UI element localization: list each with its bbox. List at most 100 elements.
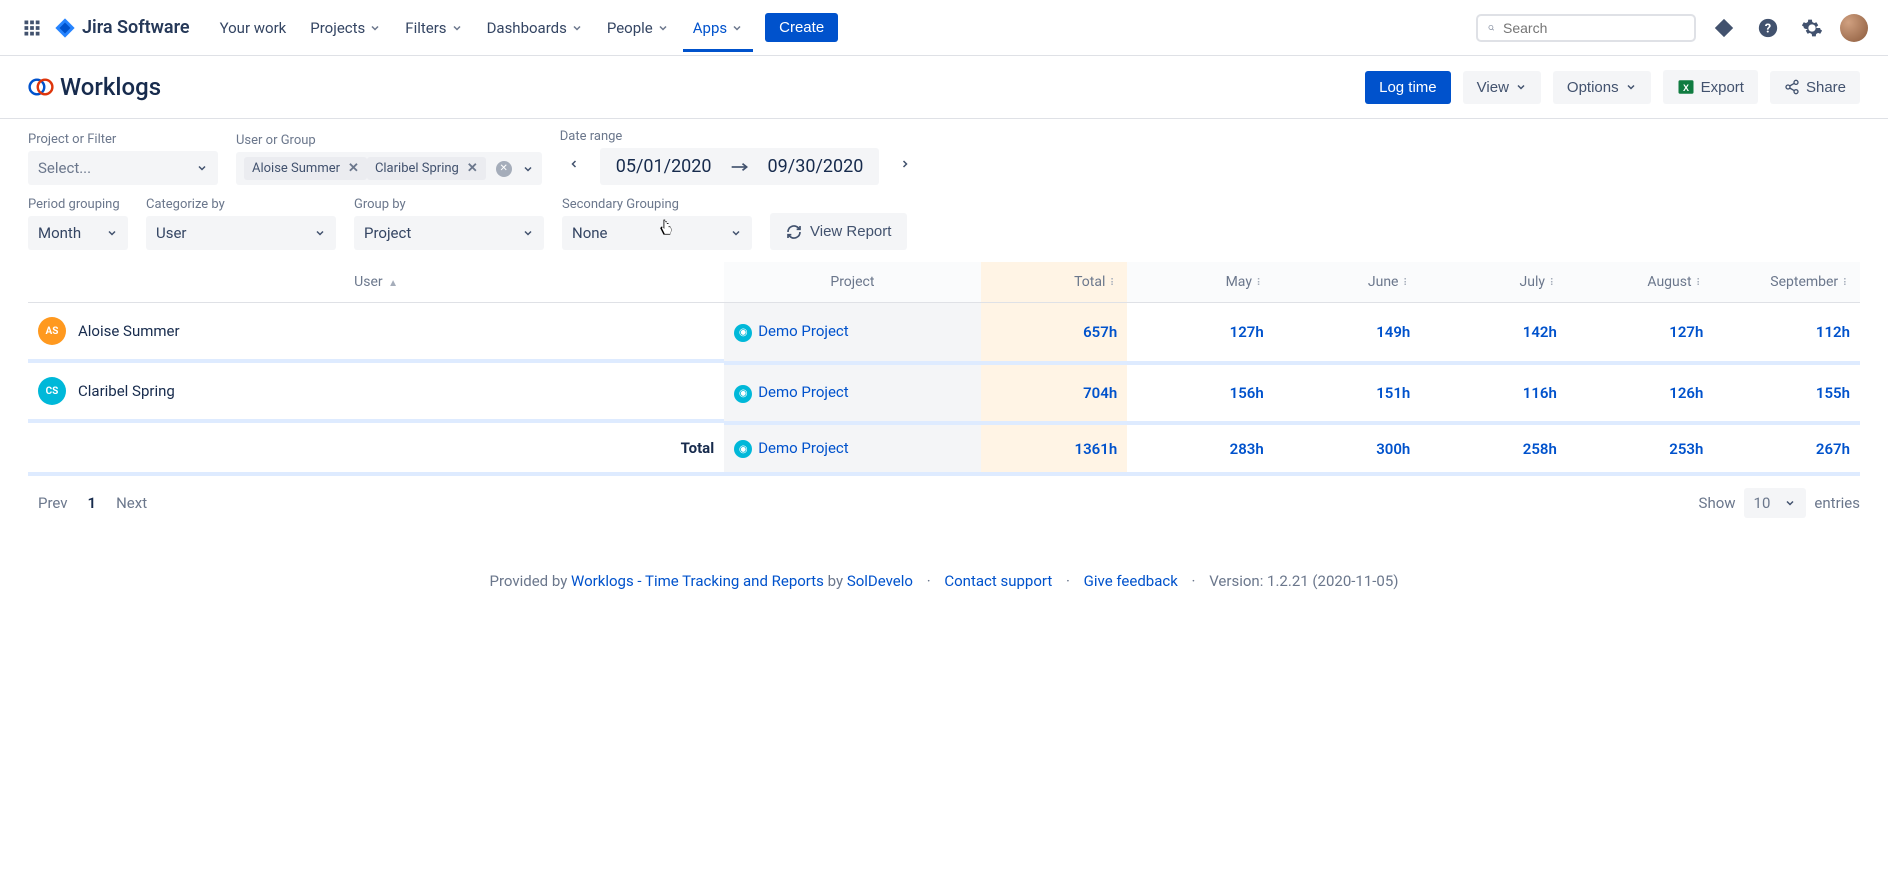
col-month-july[interactable]: July ⠇ <box>1420 262 1567 303</box>
hours-cell[interactable]: 112h <box>1713 303 1860 364</box>
total-cell: 704h <box>981 363 1128 423</box>
top-nav: Jira Software Your workProjects Filters … <box>0 0 1888 56</box>
col-month-september[interactable]: September ⠇ <box>1713 262 1860 303</box>
project-icon: ◉ <box>734 324 752 342</box>
group-by-select[interactable]: Project <box>354 216 544 250</box>
options-button[interactable]: Options <box>1553 71 1651 104</box>
hours-cell: 283h <box>1127 423 1274 474</box>
user-cell[interactable]: ASAloise Summer <box>28 303 724 363</box>
table-row: CSClaribel Spring◉Demo Project704h156h15… <box>28 363 1860 423</box>
help-icon[interactable]: ? <box>1752 12 1784 44</box>
show-label: Show <box>1699 494 1736 512</box>
entries-per-page-select[interactable]: 10 <box>1744 488 1807 518</box>
clear-users-icon[interactable]: ✕ <box>496 161 512 177</box>
page-header: Worklogs Log time View Options X Export … <box>0 56 1888 119</box>
col-month-august[interactable]: August ⠇ <box>1567 262 1714 303</box>
categorize-by-select[interactable]: User <box>146 216 336 250</box>
date-next-button[interactable] <box>891 152 919 181</box>
search-icon <box>1488 20 1495 36</box>
hours-cell[interactable]: 151h <box>1274 363 1421 423</box>
settings-gear-icon[interactable] <box>1796 12 1828 44</box>
hours-cell[interactable]: 155h <box>1713 363 1860 423</box>
app-switcher-icon[interactable] <box>20 16 44 40</box>
hours-cell[interactable]: 149h <box>1274 303 1421 364</box>
hours-cell: 267h <box>1713 423 1860 474</box>
hours-cell[interactable]: 127h <box>1567 303 1714 364</box>
col-user[interactable]: User ▲ <box>28 262 724 303</box>
date-range-input[interactable]: 05/01/2020 09/30/2020 <box>600 148 880 185</box>
secondary-grouping-select[interactable]: None <box>562 216 752 250</box>
footer: Provided by Worklogs - Time Tracking and… <box>0 542 1888 610</box>
pager-page-1[interactable]: 1 <box>78 490 107 516</box>
hours-cell: 300h <box>1274 423 1421 474</box>
nav-dashboards[interactable]: Dashboards <box>477 13 593 43</box>
chip-remove-icon[interactable]: ✕ <box>348 161 359 176</box>
nav-people[interactable]: People <box>597 13 679 43</box>
footer-contact-link[interactable]: Contact support <box>944 572 1052 590</box>
col-project[interactable]: Project <box>724 262 980 303</box>
worklogs-table: User ▲ Project Total ⠇ May ⠇June ⠇July ⠇… <box>0 262 1888 476</box>
user-avatar[interactable] <box>1840 14 1868 42</box>
search-input[interactable] <box>1503 20 1684 36</box>
user-avatar-badge: AS <box>38 317 66 345</box>
hours-cell[interactable]: 142h <box>1420 303 1567 364</box>
export-button[interactable]: X Export <box>1663 70 1758 104</box>
share-button[interactable]: Share <box>1770 71 1860 104</box>
chevron-down-icon <box>522 227 534 239</box>
svg-text:?: ? <box>1765 21 1771 36</box>
date-prev-button[interactable] <box>560 152 588 181</box>
pager-prev[interactable]: Prev <box>28 490 78 516</box>
chevron-down-icon <box>522 163 534 175</box>
project-cell: ◉ Demo Project <box>724 363 980 423</box>
categorize-by-field: Categorize by User <box>146 197 336 250</box>
project-link[interactable]: Demo Project <box>758 322 848 340</box>
nav-projects[interactable]: Projects <box>300 13 391 43</box>
hours-cell[interactable]: 156h <box>1127 363 1274 423</box>
nav-apps[interactable]: Apps <box>683 4 753 52</box>
period-grouping-select[interactable]: Month <box>28 216 128 250</box>
project-link[interactable]: Demo Project <box>758 439 848 457</box>
view-report-button[interactable]: View Report <box>770 213 907 250</box>
chevron-down-icon <box>106 227 118 239</box>
hours-cell: 258h <box>1420 423 1567 474</box>
col-total[interactable]: Total ⠇ <box>981 262 1128 303</box>
create-button[interactable]: Create <box>765 13 838 42</box>
col-month-may[interactable]: May ⠇ <box>1127 262 1274 303</box>
project-icon: ◉ <box>734 385 752 403</box>
hours-cell[interactable]: 127h <box>1127 303 1274 364</box>
excel-icon: X <box>1677 78 1695 96</box>
user-chip: Claribel Spring ✕ <box>367 157 486 180</box>
chevron-down-icon <box>1784 497 1796 509</box>
chevron-down-icon <box>1515 81 1527 93</box>
nav-your-work[interactable]: Your work <box>210 13 297 43</box>
user-cell[interactable]: CSClaribel Spring <box>28 363 724 423</box>
product-name: Jira Software <box>82 17 190 38</box>
footer-app-link[interactable]: Worklogs - Time Tracking and Reports <box>571 572 824 590</box>
entries-label: entries <box>1814 494 1860 512</box>
refresh-icon <box>786 224 802 240</box>
footer-vendor-link[interactable]: SolDevelo <box>847 572 913 590</box>
user-group-field: User or Group Aloise Summer ✕Claribel Sp… <box>236 133 542 185</box>
user-group-select[interactable]: Aloise Summer ✕Claribel Spring ✕ ✕ <box>236 152 542 185</box>
hours-cell[interactable]: 116h <box>1420 363 1567 423</box>
chevron-down-icon <box>196 162 208 174</box>
jira-logo[interactable]: Jira Software <box>54 17 190 39</box>
table-total-row: Total◉Demo Project1361h283h300h258h253h2… <box>28 423 1860 474</box>
pager-next[interactable]: Next <box>106 490 157 516</box>
grand-total-cell: 1361h <box>981 423 1128 474</box>
arrow-right-icon <box>730 160 750 174</box>
project-filter-field: Project or Filter Select... <box>28 132 218 185</box>
user-avatar-badge: CS <box>38 377 66 405</box>
project-link[interactable]: Demo Project <box>758 383 848 401</box>
worklogs-icon <box>28 74 54 100</box>
chip-remove-icon[interactable]: ✕ <box>467 161 478 176</box>
col-month-june[interactable]: June ⠇ <box>1274 262 1421 303</box>
hours-cell[interactable]: 126h <box>1567 363 1714 423</box>
search-box[interactable] <box>1476 14 1696 42</box>
view-button[interactable]: View <box>1463 71 1541 104</box>
nav-filters[interactable]: Filters <box>395 13 472 43</box>
project-filter-select[interactable]: Select... <box>28 151 218 185</box>
footer-feedback-link[interactable]: Give feedback <box>1084 572 1178 590</box>
notifications-icon[interactable] <box>1708 12 1740 44</box>
log-time-button[interactable]: Log time <box>1365 71 1451 104</box>
